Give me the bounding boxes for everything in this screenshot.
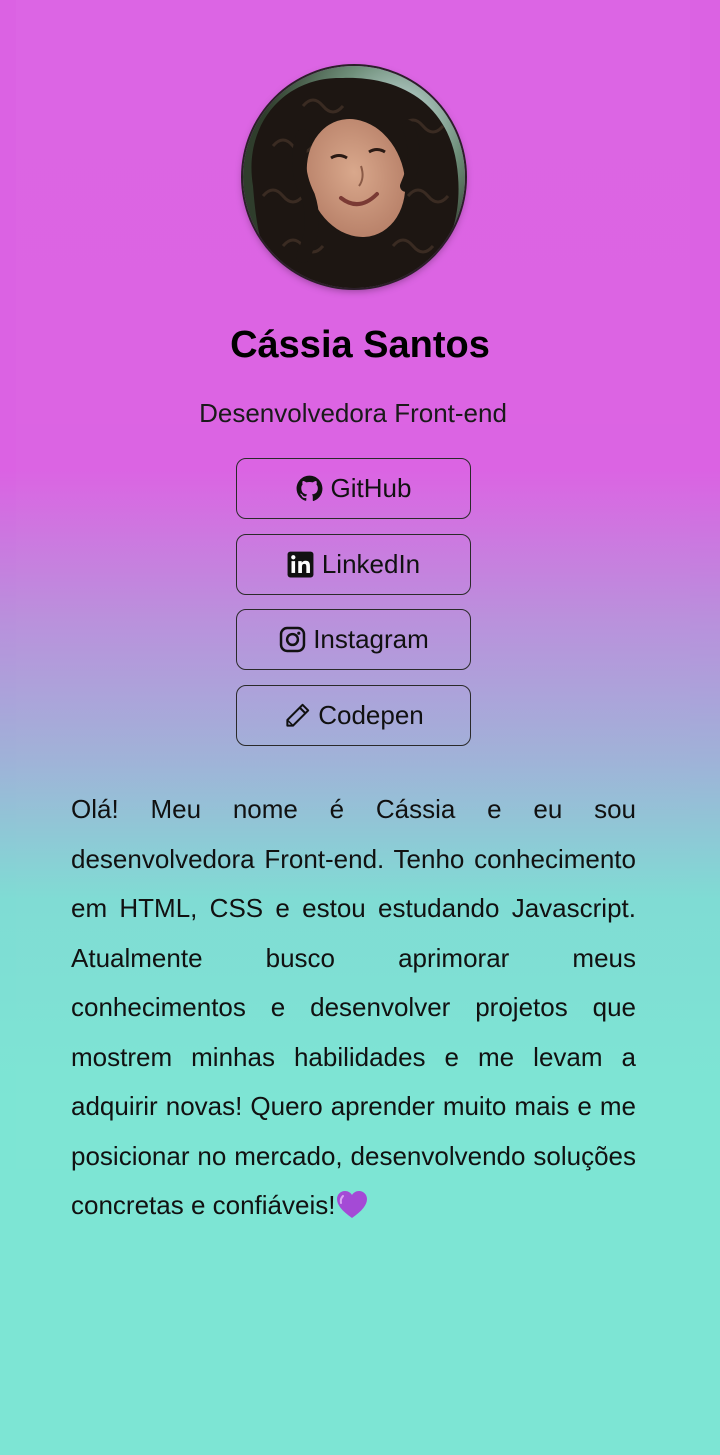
- linkedin-icon: [287, 550, 315, 578]
- github-label: GitHub: [330, 473, 412, 503]
- bio-text: Olá! Meu nome é Cássia e eu sou desenvol…: [71, 794, 636, 1220]
- linkedin-label: LinkedIn: [321, 548, 421, 579]
- instagram-button[interactable]: Instagram: [236, 609, 471, 670]
- profile-role: Desenvolvedora Front-end: [199, 398, 507, 428]
- instagram-icon: [278, 626, 306, 654]
- github-button[interactable]: GitHub: [236, 458, 471, 519]
- codepen-button[interactable]: Codepen: [236, 684, 471, 746]
- avatar: [243, 66, 465, 288]
- profile-name: Cássia Santos: [230, 324, 490, 366]
- purple-heart-icon: [336, 1187, 368, 1237]
- linkedin-button[interactable]: LinkedIn: [236, 533, 471, 595]
- github-icon: [296, 475, 324, 503]
- codepen-label: Codepen: [318, 699, 424, 730]
- social-links: GitHub LinkedIn Instagram Codepen: [236, 458, 471, 760]
- instagram-label: Instagram: [313, 624, 429, 654]
- pencil-icon: [283, 701, 311, 729]
- bio-paragraph: Olá! Meu nome é Cássia e eu sou desenvol…: [71, 785, 636, 1237]
